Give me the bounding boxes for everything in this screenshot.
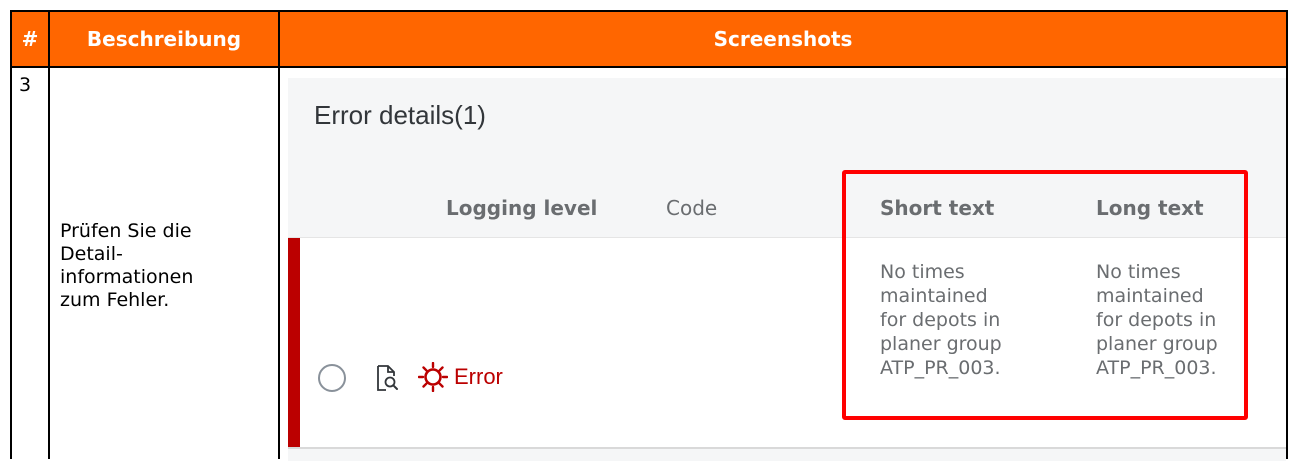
radio-button-icon[interactable] xyxy=(318,364,346,392)
error-status-indicator xyxy=(288,238,300,447)
row-number: 3 xyxy=(19,74,32,96)
header-number: # xyxy=(21,27,39,51)
logging-level-value: Error xyxy=(454,364,503,389)
header-screenshots: Screenshots xyxy=(713,27,853,51)
column-header-code[interactable]: Code xyxy=(666,196,717,220)
column-header-logging-level[interactable]: Logging level xyxy=(446,196,597,220)
header-description: Beschreibung xyxy=(86,27,242,51)
row-description: Prüfen Sie die Detail- informationen zum… xyxy=(60,219,194,311)
error-icon xyxy=(418,362,448,392)
highlight-box xyxy=(842,170,1248,420)
table-header: # Beschreibung Screenshots xyxy=(12,12,1286,68)
error-details-title: Error details(1) xyxy=(314,100,486,130)
document-detail-icon[interactable] xyxy=(372,363,400,393)
